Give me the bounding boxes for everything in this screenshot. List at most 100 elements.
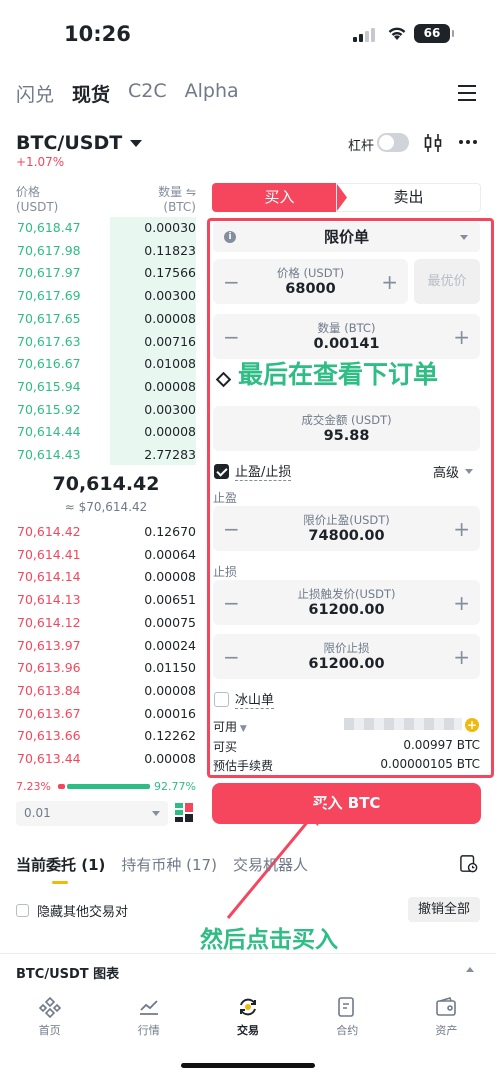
home-indicator [181, 1063, 315, 1068]
orderbook-quantity: 0.00300 [144, 288, 196, 304]
nav-trade[interactable]: 交易 [198, 990, 297, 1050]
orderbook-price: 70,614.14 [17, 569, 81, 585]
orderbook-price: 70,617.98 [17, 242, 81, 258]
orderbook-row[interactable]: 70,613.44 0.00008 [16, 748, 196, 771]
tab-c2c[interactable]: C2C [128, 80, 167, 107]
home-icon [38, 996, 61, 1018]
orderbook-quantity: 0.17566 [144, 265, 196, 281]
wifi-icon [388, 27, 406, 40]
orderbook-price: 70,614.43 [17, 447, 81, 462]
tab-bots[interactable]: 交易机器人 [233, 854, 308, 875]
orderbook-row[interactable]: 70,617.98 0.11823 [16, 240, 196, 263]
orderbook-row[interactable]: 70,617.63 0.00716 [16, 331, 196, 354]
orderbook-layout-icon[interactable] [175, 803, 193, 823]
leverage-toggle[interactable] [377, 133, 409, 152]
chevron-down-icon [130, 139, 143, 147]
last-price-usd: ≈ $70,614.42 [64, 500, 148, 514]
orderbook-price: 70,613.66 [17, 728, 81, 744]
orderbook-row[interactable]: 70,613.84 0.00008 [16, 680, 196, 703]
orderbook-row[interactable]: 70,614.13 0.00651 [16, 589, 196, 612]
orderbook-quantity: 0.00300 [144, 401, 196, 417]
nav-home[interactable]: 首页 [0, 990, 99, 1050]
orderbook-row[interactable]: 70,614.42 0.12670 [16, 521, 196, 544]
checkbox-icon[interactable] [16, 904, 29, 917]
annotation-step2: 然后点击买入 [200, 927, 338, 953]
orderbook-quantity: 0.00024 [144, 637, 196, 653]
more-icon[interactable] [459, 140, 477, 144]
tab-alpha[interactable]: Alpha [185, 80, 239, 107]
menu-icon[interactable] [458, 84, 478, 102]
pair-name: BTC/USDT [16, 132, 123, 154]
tab-underline [52, 881, 68, 884]
orderbook-row[interactable]: 70,614.41 0.00064 [16, 544, 196, 567]
cancel-all-button[interactable]: 撤销全部 [408, 897, 480, 922]
orderbook-quantity: 0.00016 [144, 705, 196, 721]
orderbook-quantity: 0.12670 [144, 524, 196, 539]
nav-assets[interactable]: 资产 [397, 990, 496, 1050]
orderbook-price: 70,617.69 [17, 288, 81, 304]
orderbook-price-header: 价格 (USDT) [16, 185, 59, 214]
orderbook-row[interactable]: 70,613.66 0.12262 [16, 725, 196, 748]
orderbook-price: 70,615.92 [17, 401, 81, 417]
orderbook-row[interactable]: 70,614.44 0.00008 [16, 421, 196, 444]
price-change: +1.07% [16, 155, 65, 169]
orderbook-quantity: 0.00064 [144, 546, 196, 562]
orderbook-qty-header[interactable]: 数量 ⇋ (BTC) [130, 185, 196, 215]
sell-tab[interactable]: 卖出 [336, 183, 481, 212]
depth-select[interactable]: 0.01 [16, 801, 168, 826]
buy-tab[interactable]: 买入 [212, 183, 347, 212]
ratio-bar [58, 784, 150, 789]
orderbook-row[interactable]: 70,614.14 0.00008 [16, 566, 196, 589]
orderbook-quantity: 0.01008 [144, 356, 196, 372]
orderbook-row[interactable]: 70,618.47 0.00030 [16, 217, 196, 240]
tab-convert[interactable]: 闪兑 [16, 80, 54, 107]
hide-other-pairs-checkbox[interactable]: 隐藏其他交易对 [16, 901, 128, 920]
tab-holdings[interactable]: 持有币种 (17) [121, 854, 217, 875]
orderbook-price: 70,614.41 [17, 546, 81, 562]
orderbook-quantity: 0.00008 [144, 378, 196, 394]
orders-tabs: 当前委托 (1) 持有币种 (17) 交易机器人 [16, 854, 308, 875]
orderbook-price: 70,617.97 [17, 265, 81, 281]
orderbook-price: 70,615.94 [17, 378, 81, 394]
trade-icon [240, 998, 256, 1016]
last-price: 70,614.42 [52, 473, 160, 495]
orderbook-row[interactable]: 70,616.67 0.01008 [16, 353, 196, 376]
orderbook-row[interactable]: 70,614.43 2.77283 [16, 444, 196, 467]
orderbook-quantity: 0.00075 [144, 614, 196, 630]
orderbook-row[interactable]: 70,615.94 0.00008 [16, 376, 196, 399]
pair-selector[interactable]: BTC/USDT [16, 132, 143, 154]
orderbook-quantity: 0.00008 [144, 310, 196, 326]
leverage-label: 杠杆 [348, 139, 375, 154]
orderbook-price: 70,614.44 [17, 424, 81, 440]
nav-futures[interactable]: 合约 [298, 990, 397, 1050]
signal-icon [353, 28, 377, 42]
orderbook-price: 70,617.63 [17, 333, 81, 349]
orderbook-row[interactable]: 70,615.92 0.00300 [16, 399, 196, 422]
chevron-up-icon [466, 967, 474, 972]
order-history-icon[interactable] [460, 855, 478, 873]
orderbook-row[interactable]: 70,613.67 0.00016 [16, 703, 196, 726]
orderbook-quantity: 0.00008 [144, 751, 196, 766]
orderbook-price: 70,618.47 [17, 220, 81, 235]
orderbook-price: 70,613.84 [17, 682, 81, 698]
bottom-nav: 首页 行情 交易 合约 资产 [0, 990, 496, 1050]
orderbook-row[interactable]: 70,613.97 0.00024 [16, 635, 196, 658]
buy-ratio: 92.77% [154, 780, 196, 793]
orderbook-row[interactable]: 70,613.96 0.01150 [16, 657, 196, 680]
orderbook-quantity: 0.00716 [144, 333, 196, 349]
sell-ratio: 7.23% [16, 780, 51, 793]
orderbook-row[interactable]: 70,617.97 0.17566 [16, 262, 196, 285]
orderbook-price: 70,614.42 [17, 524, 81, 539]
futures-icon [338, 997, 355, 1017]
orderbook-quantity: 0.00008 [144, 682, 196, 698]
orderbook-price: 70,616.67 [17, 356, 81, 372]
tab-spot[interactable]: 现货 [72, 80, 110, 107]
chart-drawer[interactable]: BTC/USDT 图表 [0, 953, 496, 985]
tab-open-orders[interactable]: 当前委托 (1) [16, 854, 105, 875]
orderbook-row[interactable]: 70,614.12 0.00075 [16, 612, 196, 635]
nav-markets[interactable]: 行情 [99, 990, 198, 1050]
candlestick-icon[interactable] [424, 133, 442, 153]
orderbook-quantity: 2.77283 [144, 447, 196, 462]
orderbook-row[interactable]: 70,617.65 0.00008 [16, 308, 196, 331]
orderbook-row[interactable]: 70,617.69 0.00300 [16, 285, 196, 308]
